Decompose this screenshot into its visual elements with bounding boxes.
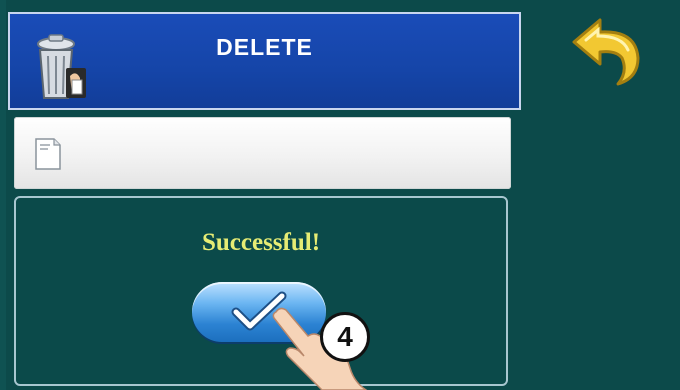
- screen: DELETE Successful! 4: [0, 0, 680, 390]
- success-message: Successful!: [201, 229, 321, 256]
- file-list-item[interactable]: [14, 117, 511, 189]
- confirmation-dialog: Successful!: [14, 196, 508, 386]
- screen-frame: [0, 0, 6, 390]
- step-number-badge: 4: [320, 312, 370, 362]
- back-arrow-icon[interactable]: [566, 16, 648, 88]
- title-bar: DELETE: [8, 12, 521, 110]
- page-title: DELETE: [216, 34, 313, 60]
- file-icon: [35, 138, 61, 170]
